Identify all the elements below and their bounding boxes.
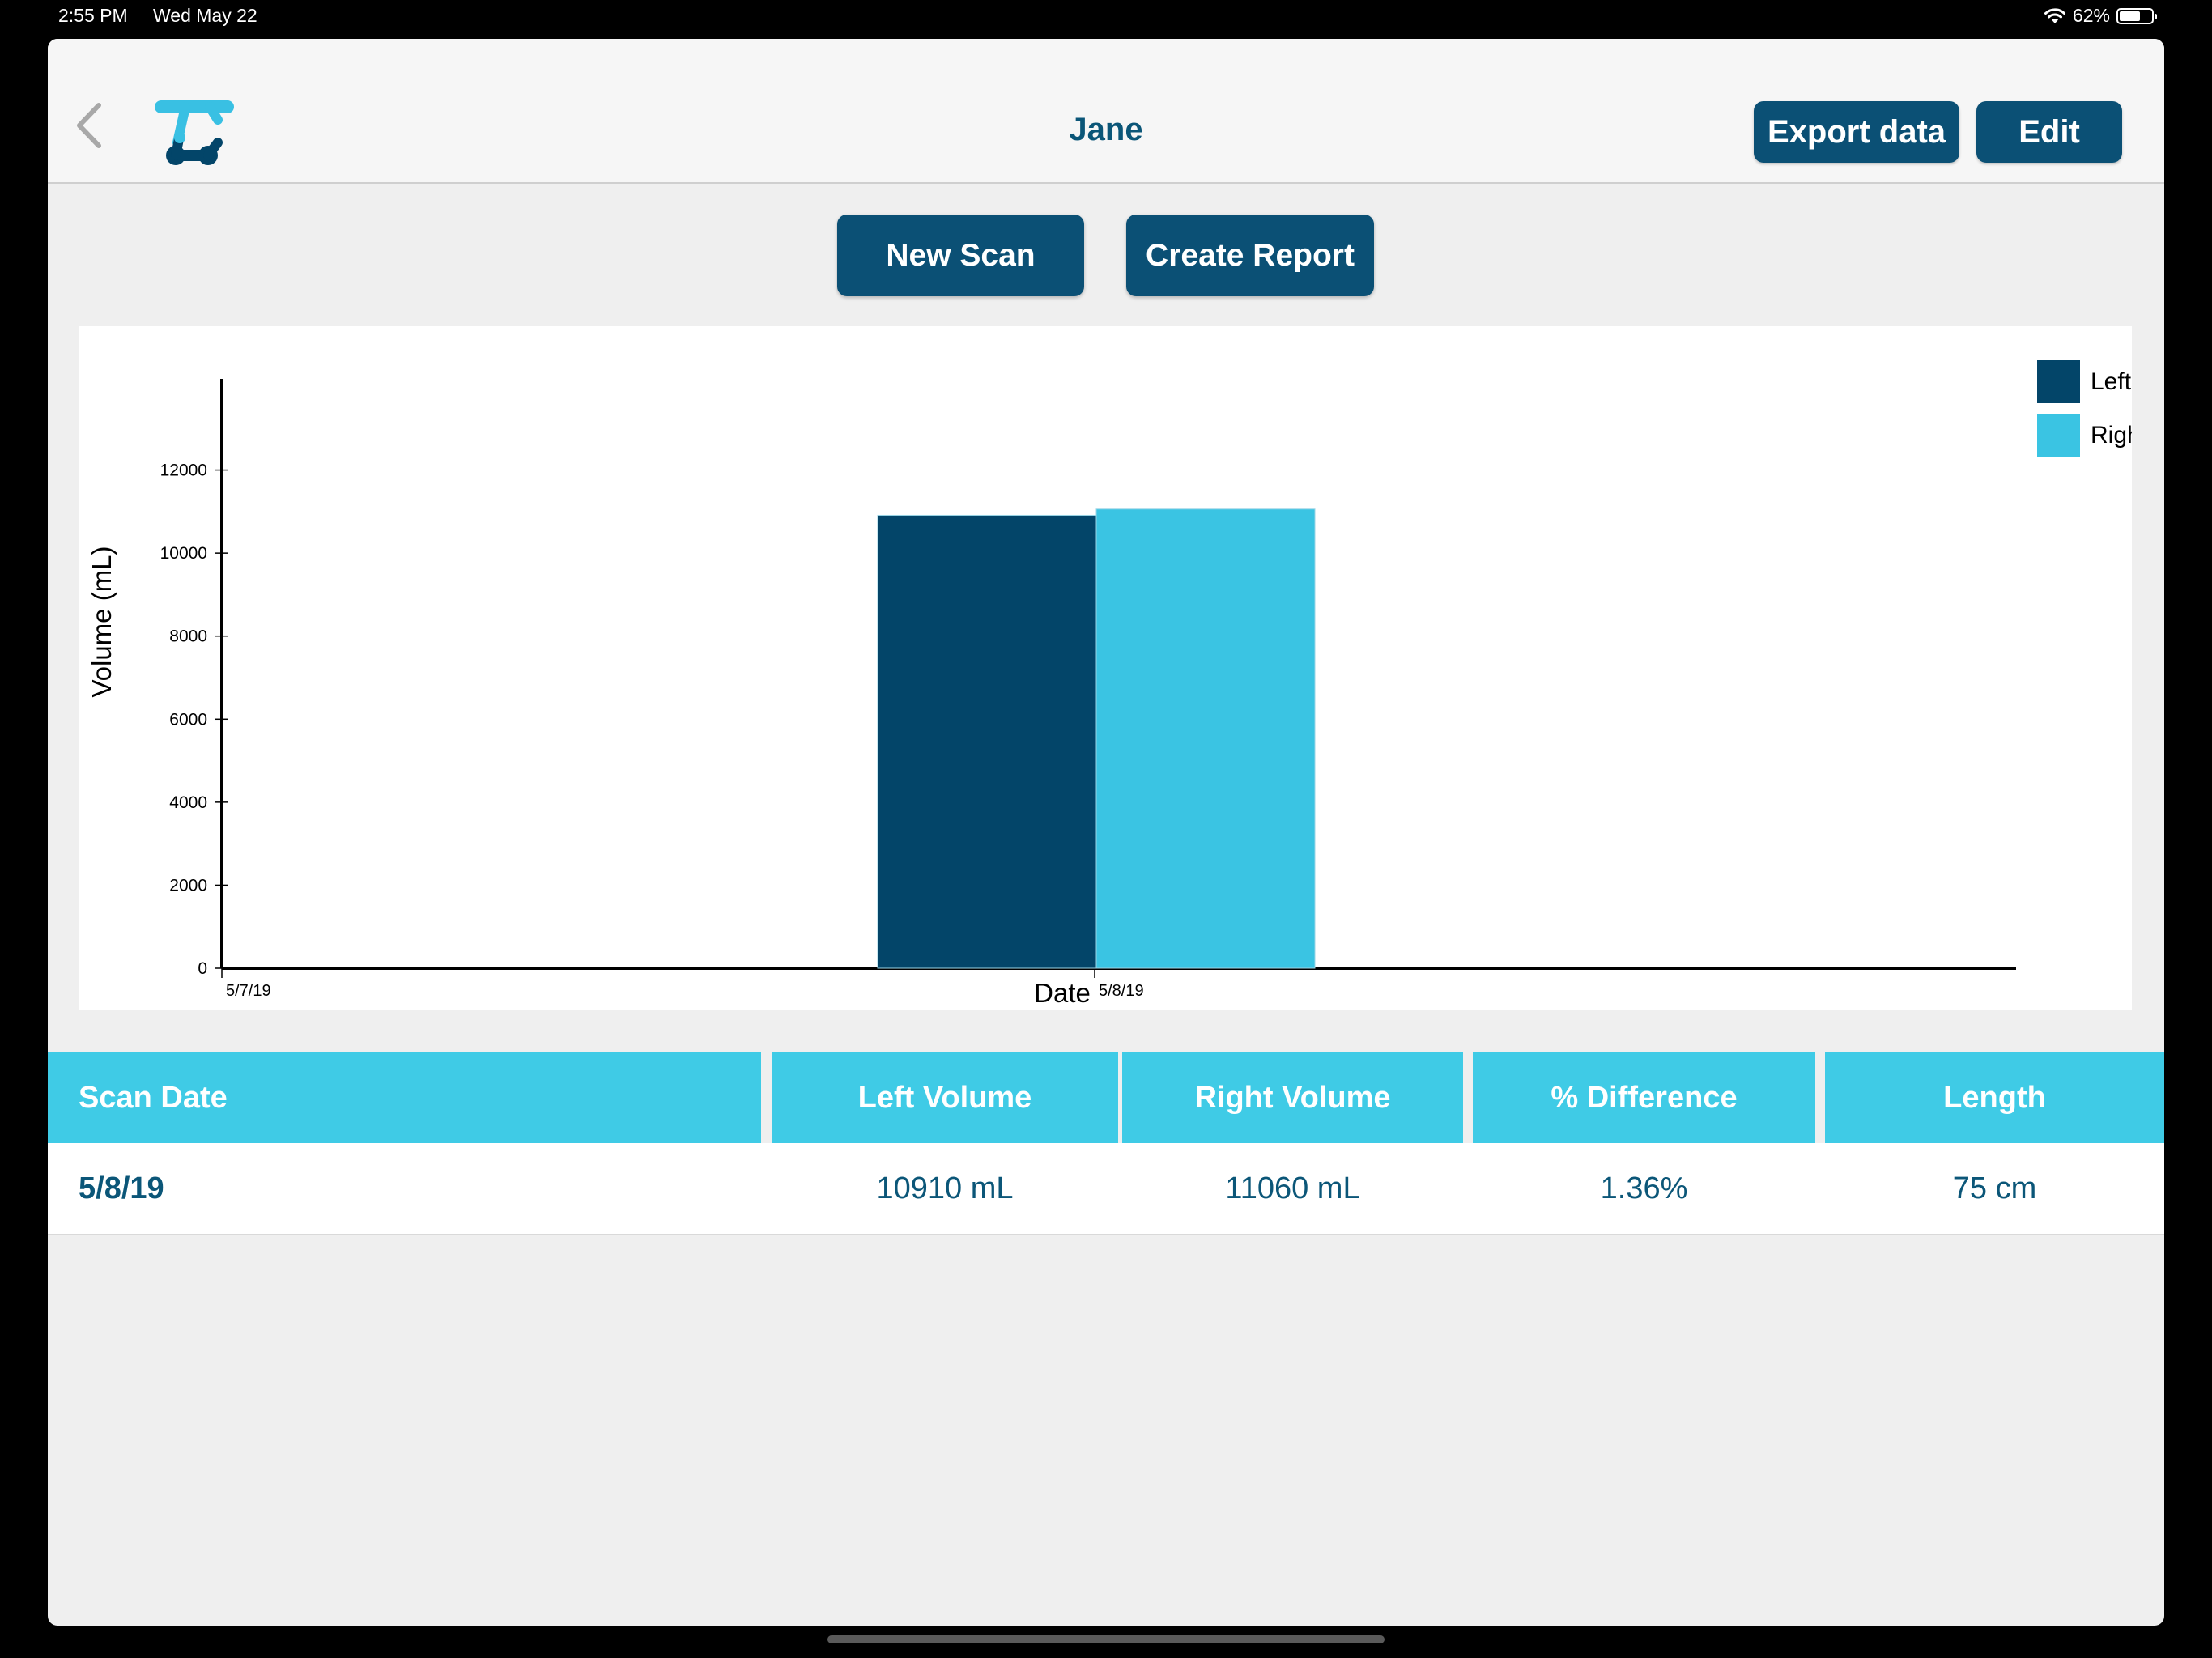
column-header-percent-difference: % Difference [1473, 1052, 1815, 1143]
status-indicators: 62% [2044, 5, 2157, 27]
chart-canvas: 0 2000 4000 6000 8000 10000 12000 5/7/19 5/8/19 D… [87, 360, 2132, 1008]
cell-right-volume: 11060 mL [1225, 1171, 1360, 1205]
table-header: Scan Date Left Volume Right Volume % Dif… [48, 1052, 2164, 1143]
edit-button[interactable]: Edit [1976, 101, 2122, 163]
new-scan-button[interactable]: New Scan [837, 215, 1084, 296]
x-tick-label: 5/8/19 [1099, 982, 1144, 1000]
table-row[interactable]: 5/8/19 10910 mL 11060 mL 1.36% 75 cm [48, 1143, 2164, 1235]
volume-chart: 0 2000 4000 6000 8000 10000 12000 5/7/19 5/8/19 D… [79, 326, 2132, 1010]
x-axis-title: Date [1034, 978, 1091, 1008]
column-header-scan-date: Scan Date [48, 1052, 761, 1143]
navigation-bar: Jane Export data Edit [48, 39, 2164, 184]
y-tick-label: 2000 [169, 876, 207, 895]
cell-length: 75 cm [1952, 1171, 2037, 1205]
y-tick-label: 10000 [160, 544, 207, 563]
y-tick-label: 4000 [169, 793, 207, 812]
cell-left-volume: 10910 mL [876, 1171, 1014, 1205]
legend-label-right: Right [2091, 422, 2132, 449]
bar-left [877, 514, 1097, 969]
battery-icon [2116, 7, 2157, 24]
export-data-button[interactable]: Export data [1754, 101, 1959, 163]
status-bar: 2:55 PM Wed May 22 62% [0, 0, 2212, 37]
y-axis-title: Volume (mL) [87, 546, 117, 697]
y-tick-label: 0 [198, 959, 207, 978]
y-tick-label: 6000 [169, 710, 207, 729]
y-tick-label: 8000 [169, 627, 207, 646]
cell-percent-difference: 1.36% [1600, 1171, 1688, 1205]
x-tick-label: 5/7/19 [226, 982, 271, 1000]
column-header-left-volume: Left Volume [772, 1052, 1118, 1143]
legend-label-left: Left [2091, 368, 2132, 395]
create-report-button[interactable]: Create Report [1126, 215, 1374, 296]
y-tick-label: 12000 [160, 461, 207, 480]
battery-percent: 62% [2072, 5, 2110, 26]
cell-scan-date: 5/8/19 [79, 1171, 164, 1205]
status-time: 2:55 PM [58, 5, 128, 26]
bar-right [1095, 508, 1316, 969]
column-header-length: Length [1825, 1052, 2164, 1143]
scan-table: Scan Date Left Volume Right Volume % Dif… [48, 1052, 2164, 1235]
legend-swatch-right [2037, 414, 2080, 457]
status-date: Wed May 22 [153, 5, 257, 26]
wifi-icon [2044, 7, 2065, 23]
app-window: Jane Export data Edit New Scan Create Re… [48, 39, 2164, 1626]
column-header-right-volume: Right Volume [1122, 1052, 1463, 1143]
legend-swatch-left [2037, 360, 2080, 403]
home-indicator [827, 1635, 1385, 1643]
